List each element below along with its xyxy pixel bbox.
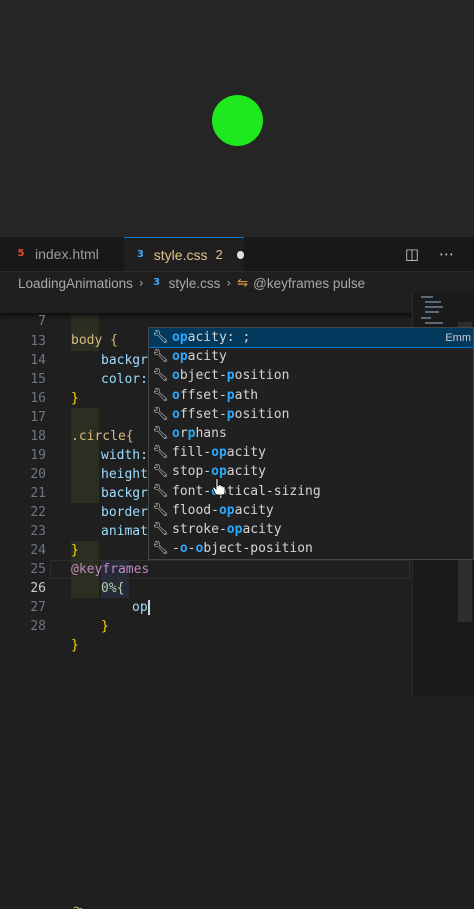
suggestion-item[interactable]: 🔧︎ o bject-p osition [149, 366, 473, 385]
wrench-icon: 🔧︎ [152, 522, 169, 538]
wrench-icon: 🔧︎ [152, 330, 169, 346]
wrench-icon: 🔧︎ [152, 502, 169, 518]
code-text: } [71, 638, 79, 653]
split-editor-icon[interactable]: ◫ [405, 245, 419, 263]
tab-label: index.html [35, 246, 99, 262]
chevron-right-icon: › [138, 276, 144, 290]
css3-icon: 3 [153, 277, 161, 288]
suggestion-item[interactable]: 🔧︎ op acity: ; Emm [149, 328, 473, 349]
css3-icon: 3 [136, 248, 144, 260]
tab-bar: 5 index.html 3 style.css 2 ◫ ⋯ [0, 237, 474, 272]
wrench-icon: 🔧︎ [152, 483, 169, 499]
suggestion-item[interactable]: 🔧︎ o r p hans [149, 424, 473, 443]
html5-icon: 5 [17, 248, 25, 259]
sticky-scroll-header[interactable]: 7 body { [0, 292, 412, 348]
suggestion-item[interactable]: 🔧︎ op acity [149, 347, 473, 366]
wrench-icon: 🔧︎ [152, 464, 169, 480]
preview-pane [0, 0, 474, 237]
symbol-keyframes-icon: ⇋ [237, 275, 249, 291]
line-number: 28 [30, 619, 46, 634]
tab-index-html[interactable]: 5 index.html [0, 237, 122, 271]
autocomplete-suggestions[interactable]: 🔧︎ op acity: ; Emm 🔧︎ op acity 🔧︎ o bject-p… [148, 327, 474, 560]
wrench-icon: 🔧︎ [152, 406, 169, 422]
chevron-right-icon: › [226, 276, 232, 290]
wrench-icon: 🔧︎ [152, 387, 169, 403]
suggestion-item[interactable]: 🔧︎ stroke-op acity [149, 520, 473, 539]
code-line: 27 } [0, 579, 410, 634]
code-text: } [101, 619, 109, 634]
breadcrumb-folder[interactable]: LoadingAnimations [18, 276, 133, 291]
breadcrumb: LoadingAnimations › 3 style.css › ⇋ @key… [0, 272, 474, 294]
code-text: body { [71, 333, 118, 348]
wrench-icon: 🔧︎ [152, 349, 169, 365]
more-actions-icon[interactable]: ⋯ [439, 245, 454, 263]
code-line-current: 26 op [0, 560, 410, 615]
suggestion-detail: Emm [445, 331, 471, 344]
suggestion-item[interactable]: 🔧︎ - o - o bject-position [149, 539, 473, 558]
hand-pointer-icon [212, 478, 226, 496]
suggestion-item[interactable]: 🔧︎ fill-op acity [149, 443, 473, 462]
suggestion-item[interactable]: 🔧︎ font-optical-sizing [149, 482, 473, 501]
tab-style-css[interactable]: 3 style.css 2 [124, 237, 244, 271]
wrench-icon: 🔧︎ [152, 368, 169, 384]
wrench-icon: 🔧︎ [152, 426, 169, 442]
wrench-icon: 🔧︎ [152, 541, 169, 557]
suggestion-item[interactable]: 🔧︎ flood-op acity [149, 501, 473, 520]
editor-actions: ◫ ⋯ [405, 237, 474, 271]
green-circle [212, 95, 263, 146]
suggestion-item[interactable]: 🔧︎ o ffset-p ath [149, 386, 473, 405]
line-number: 7 [38, 314, 46, 329]
wrench-icon: 🔧︎ [152, 445, 169, 461]
problems-badge: 2 [215, 247, 223, 262]
code-line: 28 } [0, 598, 410, 653]
breadcrumb-file[interactable]: style.css [169, 276, 221, 291]
unsaved-dot-icon[interactable] [236, 250, 244, 259]
suggestion-item[interactable]: 🔧︎ stop-op acity [149, 462, 473, 481]
tab-label: style.css [153, 246, 208, 263]
suggestion-item[interactable]: 🔧︎ o ffset-p osition [149, 405, 473, 424]
breadcrumb-symbol[interactable]: @keyframes pulse [253, 276, 365, 291]
